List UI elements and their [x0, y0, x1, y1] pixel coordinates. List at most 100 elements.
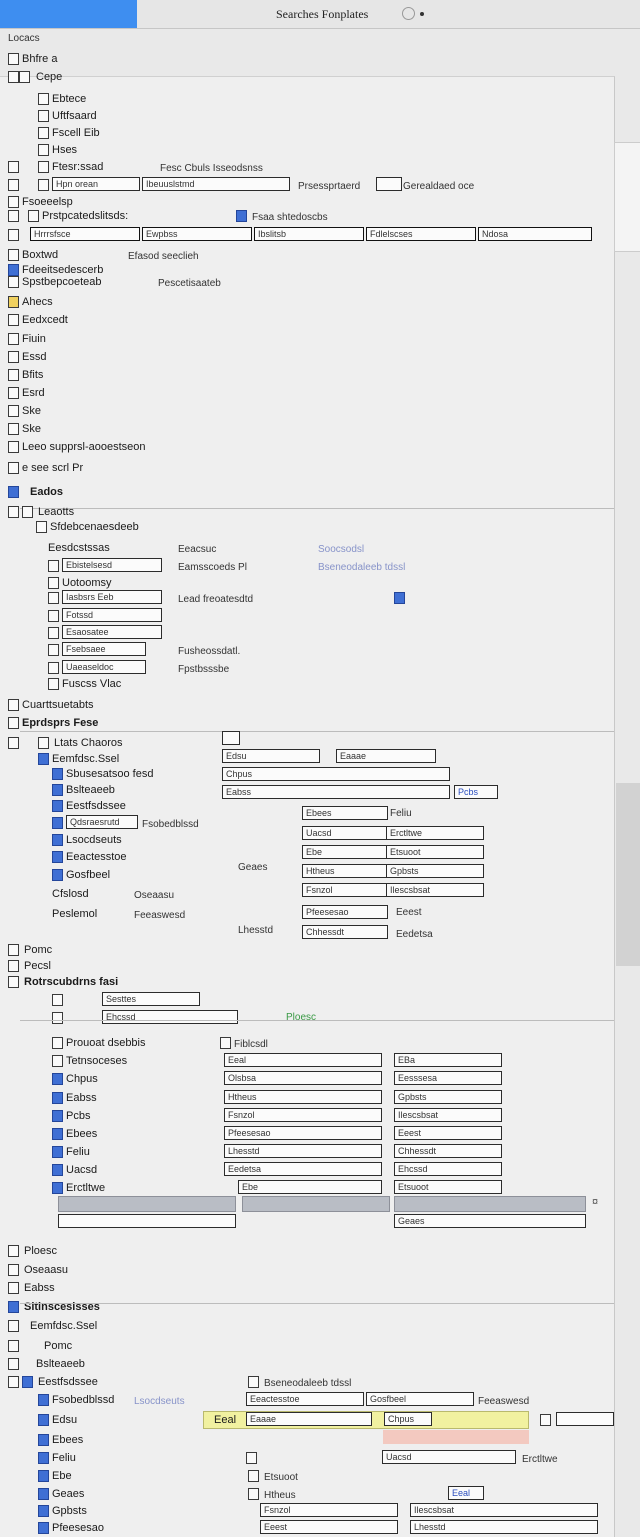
- checkbox[interactable]: [8, 179, 19, 191]
- checkbox-checked[interactable]: [38, 1488, 49, 1500]
- text-field[interactable]: Eaaae: [246, 1412, 372, 1426]
- text-field[interactable]: Ibeuuslstmd: [142, 177, 290, 191]
- config-row[interactable]: Ebistelsesd Eamsscoeds Pl Bseneodaleeb t…: [48, 558, 608, 574]
- checkbox[interactable]: [48, 577, 59, 589]
- text-field[interactable]: Gpbsts: [386, 864, 484, 878]
- checkbox[interactable]: [38, 110, 49, 122]
- config-row[interactable]: Iasbsrs Eeb Lead freoatesdtd: [48, 590, 608, 606]
- checkbox-checked[interactable]: [38, 1470, 49, 1482]
- tree-row[interactable]: Ehcssd Ploesc: [52, 1010, 612, 1026]
- text-field[interactable]: Hpn orean: [52, 177, 140, 191]
- tree-item[interactable]: Peslemol Feeaswesd: [52, 906, 232, 922]
- checkbox[interactable]: [540, 1414, 551, 1426]
- text-field[interactable]: Qdsraesrutd: [66, 815, 138, 829]
- tree-item[interactable]: Hses: [38, 142, 188, 158]
- checkbox[interactable]: [52, 1012, 63, 1024]
- checkbox[interactable]: [8, 53, 19, 65]
- checkbox[interactable]: [8, 210, 19, 222]
- tree-row[interactable]: Uacsd Eedetsa Ehcssd: [52, 1162, 612, 1178]
- text-field[interactable]: Erctltwe: [386, 826, 484, 840]
- tree-item[interactable]: Fscell Eib: [38, 125, 188, 141]
- config-row[interactable]: Fsebsaee Fusheossdatl.: [48, 642, 608, 658]
- text-field[interactable]: Ebistelsesd: [62, 558, 162, 572]
- tree-item[interactable]: Uftfsaard: [38, 108, 188, 124]
- tree-row[interactable]: Bfits: [8, 367, 308, 383]
- checkbox[interactable]: [38, 737, 49, 749]
- tree-item[interactable]: Ebtece: [38, 91, 188, 107]
- checkbox[interactable]: [8, 249, 19, 261]
- checkbox-checked[interactable]: [52, 1146, 63, 1158]
- text-field[interactable]: Etsuoot: [386, 845, 484, 859]
- checkbox[interactable]: [8, 1340, 19, 1352]
- checkbox-checked[interactable]: [52, 1128, 63, 1140]
- config-row[interactable]: Eesdcstssas Eeacsuc Soocsodsl: [48, 540, 608, 556]
- checkbox[interactable]: [8, 196, 19, 208]
- config-row[interactable]: Uotoomsy: [48, 575, 608, 591]
- text-field[interactable]: Ebe: [302, 845, 388, 859]
- checkbox-checked[interactable]: [52, 1182, 63, 1194]
- checkbox[interactable]: [48, 610, 59, 622]
- checkbox[interactable]: [220, 1037, 231, 1049]
- text-field[interactable]: Fsebsaee: [62, 642, 146, 656]
- tree-row[interactable]: Pcbs Fsnzol Ilescsbsat: [52, 1108, 612, 1124]
- checkbox-checked[interactable]: [38, 753, 49, 765]
- tree-row[interactable]: Eabss: [8, 1280, 308, 1296]
- checkbox[interactable]: [48, 644, 59, 656]
- checkbox-checked[interactable]: [52, 1073, 63, 1085]
- checkbox-checked[interactable]: [8, 1301, 19, 1313]
- text-field[interactable]: Ilescsbsat: [386, 883, 484, 897]
- text-field[interactable]: Sesttes: [102, 992, 200, 1006]
- text-field[interactable]: Uaeaseldoc: [62, 660, 146, 674]
- tree-row[interactable]: Ebees: [38, 1432, 608, 1448]
- tree-row[interactable]: Hpn orean Ibeuuslstmd Prsessprtaerd Gere…: [8, 177, 608, 193]
- tree-item[interactable]: Bslteaeeb: [52, 782, 232, 798]
- text-field[interactable]: Chpus: [222, 767, 450, 781]
- checkbox[interactable]: [8, 387, 19, 399]
- checkbox[interactable]: [36, 521, 47, 533]
- checkbox[interactable]: [248, 1376, 259, 1388]
- checkbox[interactable]: [48, 662, 59, 674]
- text-field[interactable]: Eabss: [222, 785, 450, 799]
- text-field[interactable]: Uacsd: [302, 826, 388, 840]
- checkbox-checked[interactable]: [38, 1452, 49, 1464]
- text-field[interactable]: Ehcssd: [394, 1162, 502, 1176]
- tree-item[interactable]: Lsocdseuts: [52, 832, 232, 848]
- checkbox[interactable]: [8, 405, 19, 417]
- tree-row[interactable]: Pomc: [8, 1338, 308, 1354]
- breadcrumb[interactable]: Locacs: [8, 33, 40, 44]
- checkbox[interactable]: [52, 1055, 63, 1067]
- text-field[interactable]: Fsnzol: [260, 1503, 398, 1517]
- checkbox-checked[interactable]: [52, 817, 63, 829]
- text-field[interactable]: Chhessdt: [302, 925, 388, 939]
- checkbox[interactable]: [48, 627, 59, 639]
- config-row[interactable]: Fotssd: [48, 608, 608, 624]
- tree-row[interactable]: Sesttes: [52, 992, 352, 1008]
- text-field[interactable]: Uacsd: [382, 1450, 516, 1464]
- tree-row[interactable]: Ebees Pfeesesao Eeest: [52, 1126, 612, 1142]
- tree-row[interactable]: Boxtwd Efasod seeclieh: [8, 247, 308, 263]
- text-field[interactable]: Esaosatee: [62, 625, 162, 639]
- text-field[interactable]: Fsnzol: [224, 1108, 382, 1122]
- checkbox-checked[interactable]: [236, 210, 247, 222]
- text-field[interactable]: Gosfbeel: [366, 1392, 474, 1406]
- config-row[interactable]: Fuscss Vlac: [48, 676, 248, 692]
- checkbox-checked[interactable]: [52, 1092, 63, 1104]
- checkbox[interactable]: [8, 161, 19, 173]
- vertical-scrollbar[interactable]: [616, 783, 640, 966]
- checkbox[interactable]: [48, 560, 59, 572]
- text-field[interactable]: Etsuoot: [394, 1180, 502, 1194]
- tree-item[interactable]: Qdsraesrutd Fsobedblssd: [52, 815, 232, 831]
- text-field[interactable]: Hrrrsfsce: [30, 227, 140, 241]
- text-field[interactable]: Eeactesstoe: [246, 1392, 364, 1406]
- section-header[interactable]: Rotrscubdrns fasi: [8, 974, 308, 990]
- checkbox[interactable]: [38, 179, 49, 191]
- checkbox[interactable]: [8, 229, 19, 241]
- tree-row[interactable]: Ske: [8, 403, 308, 419]
- checkbox[interactable]: [8, 1282, 19, 1294]
- checkbox[interactable]: [8, 717, 19, 729]
- checkbox[interactable]: [8, 976, 19, 988]
- text-field[interactable]: EBa: [394, 1053, 502, 1067]
- tree-row[interactable]: Prstpcatedslitsds: Fsaa shtedoscbs: [8, 208, 608, 224]
- tree-row[interactable]: Eedxcedt: [8, 312, 308, 328]
- tree-item[interactable]: Eestfsdssee: [52, 798, 232, 814]
